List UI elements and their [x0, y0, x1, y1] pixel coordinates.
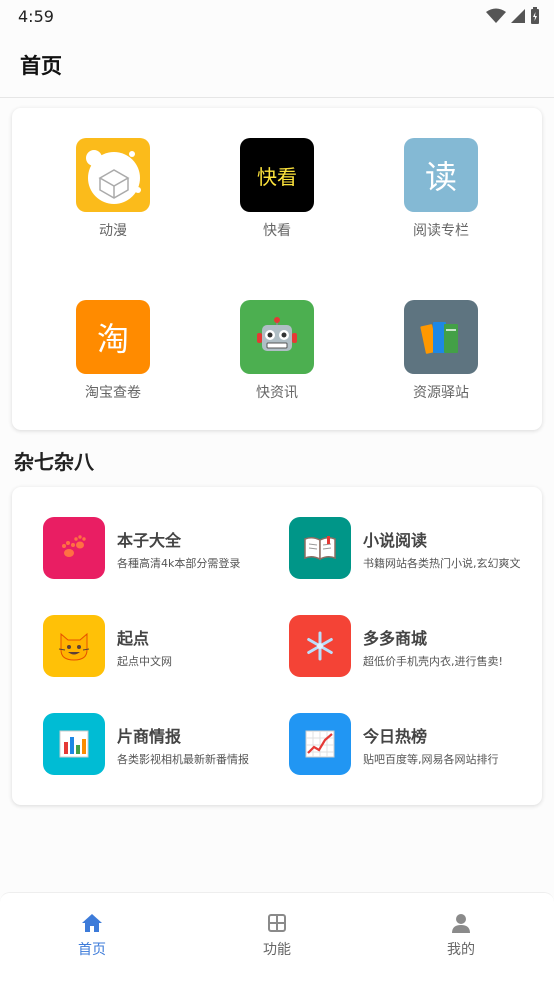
reading-icon: 读 [404, 138, 478, 212]
grid-item-taobao[interactable]: 淘 淘宝查卷 [43, 300, 183, 420]
page-title: 首页 [20, 53, 62, 78]
snowflake-icon [289, 615, 351, 677]
taobao-icon: 淘 [76, 300, 150, 374]
list-item-title: 多多商城 [363, 629, 428, 648]
list-item-title: 今日热榜 [363, 727, 428, 746]
grid-item-label: 动漫 [99, 223, 127, 239]
grid-item-label: 阅读专栏 [413, 223, 469, 239]
list-item-desc: 各类影视相机最新新番情报 [117, 753, 249, 766]
list-item-hotlist[interactable]: 今日热榜 贴吧百度等,网易各网站排行 [289, 713, 529, 793]
list-item-title: 起点 [117, 629, 150, 648]
grid-item-label: 淘宝查卷 [85, 385, 141, 401]
books-icon [404, 300, 478, 374]
home-icon [82, 914, 102, 932]
bar-chart-icon [43, 713, 105, 775]
status-icons [486, 7, 540, 25]
status-time: 4:59 [18, 6, 54, 26]
wifi-icon [486, 8, 506, 23]
list-item-qidian[interactable]: 起点 起点中文网 [43, 615, 283, 695]
list-item-desc: 超低价手机壳内衣,进行售卖! [363, 655, 503, 668]
book-open-icon [289, 517, 351, 579]
battery-icon [531, 7, 539, 24]
list-item-title: 小说阅读 [363, 531, 428, 550]
robot-icon [240, 300, 314, 374]
cat-face-icon [43, 615, 105, 677]
grid-item-label: 快资讯 [256, 385, 298, 401]
grid-item-reading[interactable]: 读 阅读专栏 [371, 138, 511, 258]
nav-profile[interactable]: 我的 [411, 913, 511, 959]
misc-list-card: 本子大全 各種高清4k本部分需登录 小说阅读 书籍网站各类热门小说,玄幻爽文 起… [12, 487, 542, 805]
list-item-desc: 起点中文网 [117, 655, 172, 668]
list-item-intel[interactable]: 片商情报 各类影视相机最新新番情报 [43, 713, 283, 793]
kuaikan-icon: 快看 [240, 138, 314, 212]
list-item-title: 本子大全 [117, 531, 182, 550]
list-item-desc: 各種高清4k本部分需登录 [117, 557, 241, 570]
list-item-mall[interactable]: 多多商城 超低价手机壳内衣,进行售卖! [289, 615, 529, 695]
app-bar: 首页 [0, 32, 554, 98]
signal-icon [511, 9, 525, 23]
grid-icon [268, 914, 286, 932]
list-item-benzi[interactable]: 本子大全 各種高清4k本部分需登录 [43, 517, 283, 597]
feature-grid-card: 动漫 快看 快看 读 阅读专栏 淘 淘宝查卷 快资讯 资源驿站 [12, 108, 542, 430]
nav-features[interactable]: 功能 [227, 913, 327, 959]
grid-item-anime[interactable]: 动漫 [43, 138, 183, 258]
bottom-nav: 首页 功能 我的 [0, 892, 554, 984]
nav-home[interactable]: 首页 [42, 913, 142, 959]
nav-label: 首页 [78, 942, 106, 958]
grid-item-label: 快看 [263, 223, 291, 239]
list-item-desc: 贴吧百度等,网易各网站排行 [363, 753, 499, 766]
section-title: 杂七杂八 [14, 450, 94, 474]
list-item-novel[interactable]: 小说阅读 书籍网站各类热门小说,玄幻爽文 [289, 517, 529, 597]
paw-icon [43, 517, 105, 579]
nav-label: 我的 [447, 942, 475, 958]
grid-item-resources[interactable]: 资源驿站 [371, 300, 511, 420]
nav-label: 功能 [263, 942, 291, 958]
list-item-title: 片商情报 [117, 727, 182, 746]
line-chart-icon [289, 713, 351, 775]
person-icon [452, 914, 470, 933]
grid-item-label: 资源驿站 [413, 385, 469, 401]
list-item-desc: 书籍网站各类热门小说,玄幻爽文 [363, 557, 521, 570]
grid-item-news[interactable]: 快资讯 [207, 300, 347, 420]
grid-item-kuaikan[interactable]: 快看 快看 [207, 138, 347, 258]
status-bar: 4:59 [0, 0, 554, 32]
anime-icon [76, 138, 150, 212]
